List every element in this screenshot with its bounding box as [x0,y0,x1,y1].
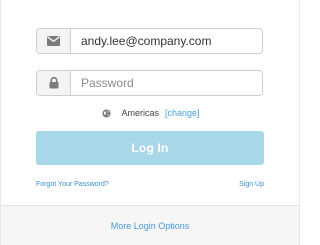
forgot-password-link[interactable]: Forgot Your Password? [36,181,109,188]
email-field[interactable] [36,28,263,54]
login-panel: Americas [change] Log In Forgot Your Pas… [0,0,300,245]
region-name: Americas [121,108,159,118]
change-region-link[interactable]: [change] [165,108,200,118]
globe-icon [102,108,112,118]
sign-up-link[interactable]: Sign Up [239,181,264,188]
lock-icon [37,71,71,95]
region-selector: Americas [change] [1,106,301,120]
login-footer: More Login Options [1,205,299,245]
more-login-options-link[interactable]: More Login Options [111,221,190,231]
envelope-icon [37,29,71,53]
password-input[interactable] [71,71,262,95]
login-button[interactable]: Log In [36,131,264,165]
email-input[interactable] [71,29,262,53]
auth-links: Forgot Your Password? Sign Up [36,181,264,188]
password-field[interactable] [36,70,263,96]
